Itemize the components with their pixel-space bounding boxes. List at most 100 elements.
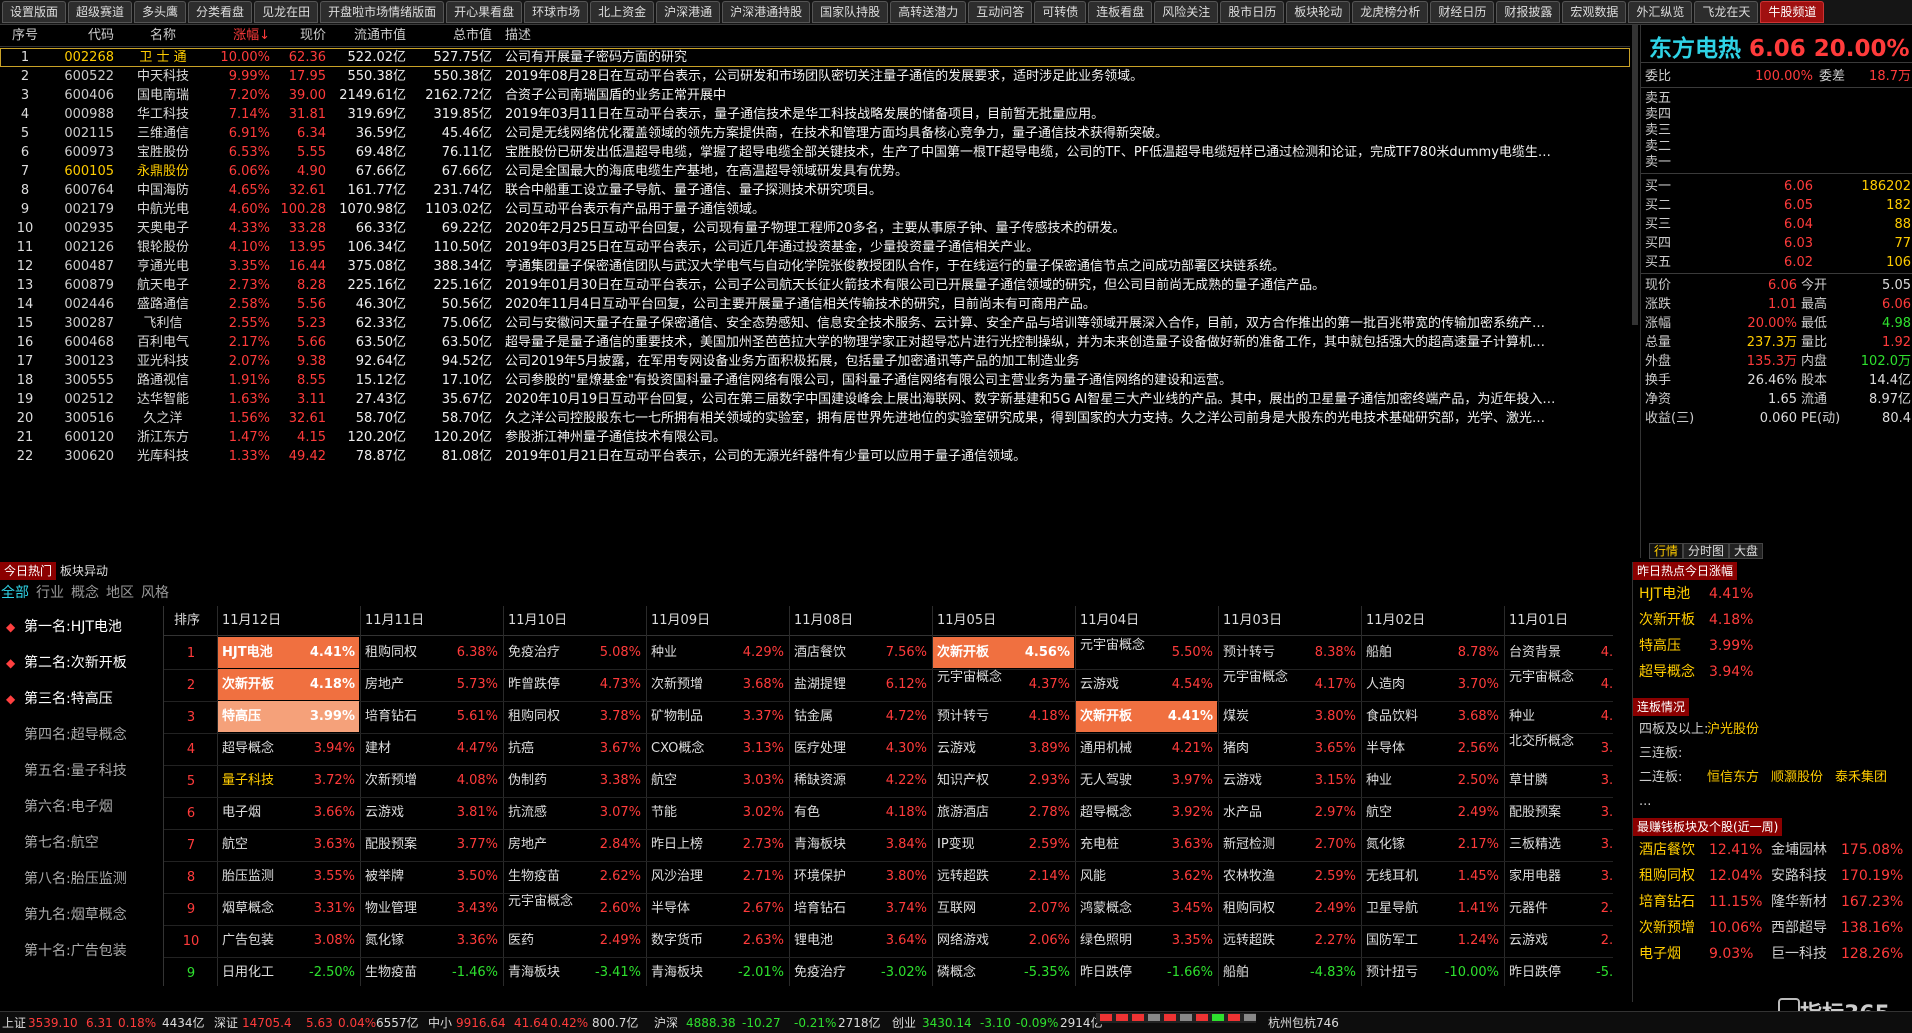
top-tab[interactable]: 互动问答	[968, 1, 1033, 23]
sector-cell[interactable]: 食品饮料 3.68%	[1362, 701, 1503, 732]
top-tab[interactable]: 北上资金	[590, 1, 655, 23]
sector-cell[interactable]: 被举牌 3.50%	[361, 861, 502, 892]
rank-item[interactable]: 第六名:电子烟	[0, 792, 160, 822]
table-row[interactable]: 14 002446 盛路通信 2.58% 5.56 46.30亿 50.56亿 2020年11…	[0, 295, 1630, 314]
top-tab[interactable]: 牛股频道	[1760, 1, 1825, 23]
category-tab[interactable]: 地区	[105, 582, 140, 604]
top-tab[interactable]: 开心果看盘	[446, 1, 523, 23]
sector-cell[interactable]: 房地产 2.84%	[504, 829, 645, 860]
table-row[interactable]: 12 600487 亨通光电 3.35% 16.44 375.08亿 388.34亿 亨通集团…	[0, 257, 1630, 276]
sector-cell[interactable]: 猪肉 3.65%	[1219, 733, 1360, 764]
sector-cell[interactable]: 磷概念 -5.35%	[933, 957, 1074, 986]
rank-item[interactable]: 第八名:胎压监测	[0, 864, 160, 894]
lianban-stock[interactable]: 顺灏股份	[1771, 766, 1823, 790]
sector-cell[interactable]: 量子科技 3.72%	[218, 765, 359, 796]
header-market-cap[interactable]: 总市值	[412, 25, 492, 47]
top-tab[interactable]: 见龙在田	[254, 1, 319, 23]
sector-cell[interactable]: 三板精选 3.26%	[1505, 829, 1613, 860]
quote-tab[interactable]: 大盘	[1729, 543, 1764, 559]
header-change[interactable]: 涨幅↓	[206, 25, 270, 47]
sector-cell[interactable]: 元宇宙概念 2.60%	[504, 893, 645, 924]
rank-item[interactable]: 第七名:航空	[0, 828, 160, 858]
sector-cell[interactable]: 昨日上榜 2.73%	[647, 829, 788, 860]
sector-cell[interactable]: 航空 3.03%	[647, 765, 788, 796]
table-row[interactable]: 16 600468 百利电气 2.17% 5.66 63.50亿 63.50亿 超导量子是量子…	[0, 333, 1630, 352]
rank-item[interactable]: ◆ 第三名:特高压	[0, 684, 160, 714]
category-tab[interactable]: 概念	[70, 582, 105, 604]
header-price[interactable]: 现价	[272, 25, 326, 47]
sector-cell[interactable]: 氮化镓 2.17%	[1362, 829, 1503, 860]
top-tab[interactable]: 龙虎榜分析	[1352, 1, 1429, 23]
sector-cell[interactable]: 无线耳机 1.45%	[1362, 861, 1503, 892]
sector-cell[interactable]: 抗癌 3.67%	[504, 733, 645, 764]
sector-cell[interactable]: 云游戏 4.54%	[1076, 669, 1217, 700]
sector-cell[interactable]: 广告包装 3.08%	[218, 925, 359, 956]
sector-cell[interactable]: 有色 4.18%	[790, 797, 931, 828]
header-float-cap[interactable]: 流通市值	[330, 25, 406, 47]
sector-cell[interactable]: 云游戏 3.15%	[1219, 765, 1360, 796]
rank-item[interactable]: 第五名:量子科技	[0, 756, 160, 786]
sector-cell[interactable]: 农林牧渔 2.59%	[1219, 861, 1360, 892]
top-tab[interactable]: 设置版面	[2, 1, 67, 23]
sector-cell[interactable]: 伪制药 3.38%	[504, 765, 645, 796]
sector-cell[interactable]: 新冠检测 2.70%	[1219, 829, 1360, 860]
header-no[interactable]: 序号	[8, 25, 42, 47]
sector-cell[interactable]: 元宇宙概念 4.17%	[1219, 669, 1360, 700]
table-row[interactable]: 9 002179 中航光电 4.60% 100.28 1070.98亿 1103.02亿 公司…	[0, 200, 1630, 219]
sector-cell[interactable]: 知识产权 2.93%	[933, 765, 1074, 796]
table-row[interactable]: 13 600879 航天电子 2.73% 8.28 225.16亿 225.16亿 2019年…	[0, 276, 1630, 295]
sector-cell[interactable]: 租购同权 3.78%	[504, 701, 645, 732]
top-tab[interactable]: 风险关注	[1154, 1, 1219, 23]
top-tab[interactable]: 分类看盘	[188, 1, 253, 23]
side-hot-item[interactable]: 次新开板 4.18%	[1637, 608, 1909, 632]
lianban-stock[interactable]: 沪光股份	[1707, 718, 1759, 742]
sector-cell[interactable]: 人造肉 3.70%	[1362, 669, 1503, 700]
sector-cell[interactable]: 预计转亏 8.38%	[1219, 637, 1360, 668]
sector-cell[interactable]: 船舶 8.78%	[1362, 637, 1503, 668]
sector-cell[interactable]: 次新开板 4.41%	[1076, 701, 1217, 732]
top-tab[interactable]: 沪深港通持股	[722, 1, 811, 23]
sector-cell[interactable]: 物业管理 3.43%	[361, 893, 502, 924]
sector-cell[interactable]: 抗流感 3.07%	[504, 797, 645, 828]
sector-cell[interactable]: 国防军工 1.24%	[1362, 925, 1503, 956]
table-row[interactable]: 5 002115 三维通信 6.91% 6.34 36.59亿 45.46亿 公司是无线网络优…	[0, 124, 1630, 143]
sector-cell[interactable]: 草甘膦 3.30%	[1505, 765, 1613, 796]
rank-item[interactable]: 第十名:广告包装	[0, 936, 160, 966]
sector-cell[interactable]: 房地产 5.73%	[361, 669, 502, 700]
sector-cell[interactable]: 节能 3.02%	[647, 797, 788, 828]
quote-tab[interactable]: 行情	[1649, 543, 1684, 559]
category-tab[interactable]: 行业	[35, 582, 70, 604]
sector-cell[interactable]: 酒店餐饮 7.56%	[790, 637, 931, 668]
sector-cell[interactable]: 超导概念 3.94%	[218, 733, 359, 764]
sector-cell[interactable]: HJT电池 4.41%	[218, 637, 359, 668]
sector-cell[interactable]: 稀缺资源 4.22%	[790, 765, 931, 796]
sector-cell[interactable]: 环境保护 3.80%	[790, 861, 931, 892]
table-row[interactable]: 6 600973 宝胜股份 6.53% 5.55 69.48亿 76.11亿 宝胜股份已研发出…	[0, 143, 1630, 162]
side-hot-item[interactable]: 超导概念 3.94%	[1637, 660, 1909, 684]
table-row[interactable]: 17 300123 亚光科技 2.07% 9.38 92.64亿 94.52亿 公司2019年…	[0, 352, 1630, 371]
top-tab[interactable]: 国家队持股	[812, 1, 889, 23]
sector-cell[interactable]: 氮化镓 3.36%	[361, 925, 502, 956]
sector-cell[interactable]: 配股预案 3.77%	[361, 829, 502, 860]
sector-cell[interactable]: 超导概念 3.92%	[1076, 797, 1217, 828]
sector-cell[interactable]: 次新预增 4.08%	[361, 765, 502, 796]
rank-item[interactable]: 第四名:超导概念	[0, 720, 160, 750]
sector-cell[interactable]: 免疫治疗 -3.02%	[790, 957, 931, 986]
sector-cell[interactable]: 航空 2.49%	[1362, 797, 1503, 828]
side-hot-item[interactable]: HJT电池 4.41%	[1637, 582, 1909, 606]
sector-cell[interactable]: 电子烟 3.66%	[218, 797, 359, 828]
sector-cell[interactable]: 次新开板 4.56%	[933, 637, 1074, 668]
sector-cell[interactable]: 网络游戏 2.06%	[933, 925, 1074, 956]
sector-cell[interactable]: 元宇宙概念 4.37%	[933, 669, 1074, 700]
sector-cell[interactable]: 煤炭 3.80%	[1219, 701, 1360, 732]
sector-cell[interactable]: 矿物制品 3.37%	[647, 701, 788, 732]
sector-cell[interactable]: 远转超跌 2.27%	[1219, 925, 1360, 956]
lianban-stock[interactable]: 恒信东方	[1707, 766, 1759, 790]
sector-cell[interactable]: 云游戏 3.81%	[361, 797, 502, 828]
top-tab[interactable]: 高转送潜力	[890, 1, 967, 23]
table-row[interactable]: 1 002268 卫 士 通 10.00% 62.36 522.02亿 527.75亿 公司有…	[0, 48, 1630, 67]
table-row[interactable]: 7 600105 永鼎股份 6.06% 4.90 67.66亿 67.66亿 公司是全国最大的…	[0, 162, 1630, 181]
lianban-stock[interactable]: 泰禾集团	[1835, 766, 1887, 790]
sector-cell[interactable]: 盐湖提锂 6.12%	[790, 669, 931, 700]
table-row[interactable]: 20 300516 久之洋 1.56% 32.61 58.70亿 58.70亿 久之洋公司控股…	[0, 409, 1630, 428]
